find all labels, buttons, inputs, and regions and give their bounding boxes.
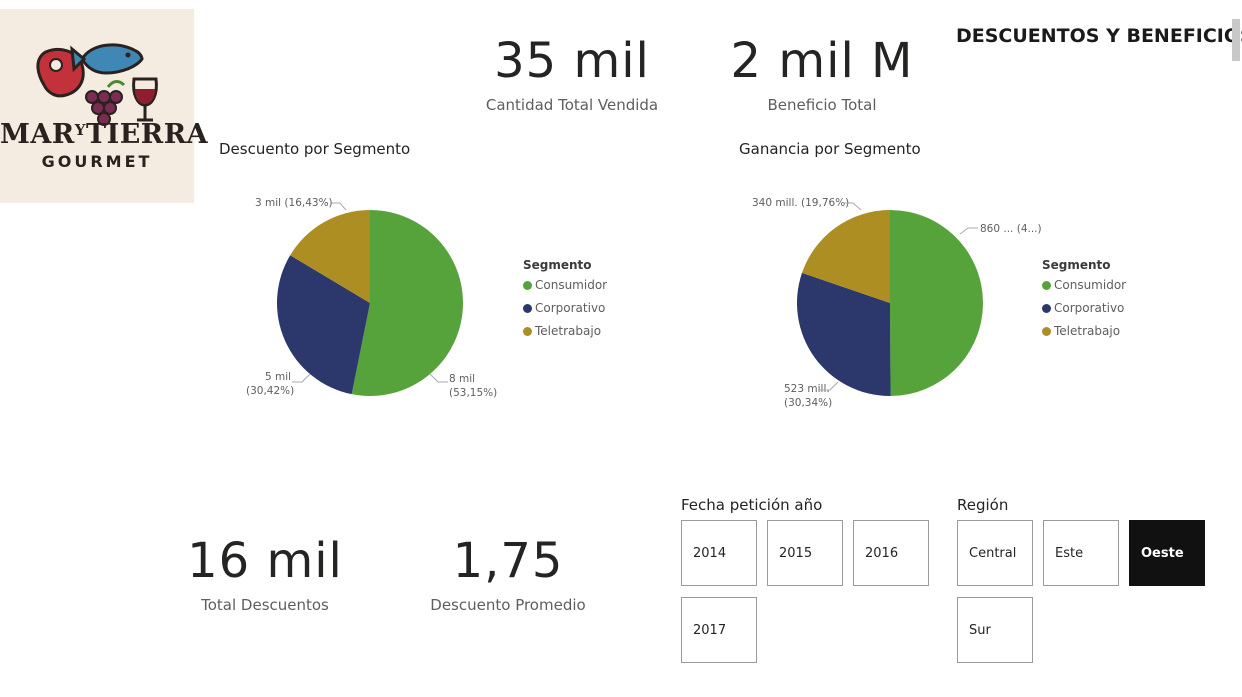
- kpi-beneficio-label: Beneficio Total: [767, 96, 877, 114]
- slicer-region-sur[interactable]: Sur: [957, 597, 1033, 663]
- kpi-cantidad-label: Cantidad Total Vendida: [485, 96, 659, 114]
- legend-item-consumidor[interactable]: Consumidor: [523, 278, 607, 292]
- page-title: DESCUENTOS Y BENEFICIOS: [956, 25, 1242, 47]
- wine-glass-icon: [132, 77, 158, 122]
- logo-wordmark: MARYTIERRA: [0, 119, 209, 150]
- legend-title: Segmento: [523, 258, 592, 272]
- slicer-year-2014[interactable]: 2014: [681, 520, 757, 586]
- kpi-descuentos-value: 16 mil: [187, 533, 343, 589]
- kpi-cantidad-value: 35 mil: [494, 33, 650, 89]
- kpi-promedio-value: 1,75: [452, 533, 564, 589]
- brand-logo: [0, 9, 194, 203]
- kpi-descuentos-label: Total Descuentos: [201, 596, 329, 614]
- legend-title: Segmento: [1042, 258, 1111, 272]
- slicer-year-title: Fecha petición año: [681, 496, 823, 514]
- pie-label-consumidor: 860 ... (4...): [980, 223, 1042, 235]
- leader-line: [820, 381, 839, 391]
- pie-label-corporativo: 5 mil (30,42%): [246, 371, 295, 397]
- slicer-region-title: Región: [957, 496, 1009, 514]
- kpi-promedio-label: Descuento Promedio: [430, 596, 586, 614]
- pie-label-teletrabajo: 340 mill. (19,76%): [752, 197, 850, 209]
- leader-line: [429, 373, 448, 383]
- chart-ganancia-title: Ganancia por Segmento: [739, 140, 921, 158]
- legend-item-teletrabajo[interactable]: Teletrabajo: [1042, 324, 1126, 338]
- legend-dot: [523, 326, 532, 336]
- legend-dot: [1042, 280, 1051, 290]
- legend-item-corporativo[interactable]: Corporativo: [523, 301, 607, 315]
- slicer-year-2015[interactable]: 2015: [767, 520, 843, 586]
- legend-dot: [523, 280, 532, 290]
- leader-line: [959, 227, 978, 235]
- slicer-region-central[interactable]: Central: [957, 520, 1033, 586]
- legend-item-corporativo[interactable]: Corporativo: [1042, 301, 1126, 315]
- kpi-beneficio-value: 2 mil M: [730, 33, 914, 89]
- legend-dot: [523, 303, 532, 313]
- legend-descuento: Segmento Consumidor Corporativo Teletrab…: [523, 258, 607, 338]
- legend-ganancia: Segmento Consumidor Corporativo Teletrab…: [1042, 258, 1126, 338]
- slicer-region-oeste[interactable]: Oeste: [1129, 520, 1205, 586]
- slicer-year-2016[interactable]: 2016: [853, 520, 929, 586]
- leader-line: [292, 373, 311, 383]
- leader-line: [332, 202, 347, 211]
- logo-illustration: [36, 43, 158, 126]
- chart-descuento-title: Descuento por Segmento: [219, 140, 411, 158]
- pie-label-teletrabajo: 3 mil (16,43%): [255, 197, 333, 209]
- slicer-year-2017[interactable]: 2017: [681, 597, 757, 663]
- legend-item-teletrabajo[interactable]: Teletrabajo: [523, 324, 607, 338]
- scrollbar[interactable]: [1232, 19, 1240, 61]
- slicer-region-este[interactable]: Este: [1043, 520, 1119, 586]
- legend-item-consumidor[interactable]: Consumidor: [1042, 278, 1126, 292]
- pie-label-consumidor: 8 mil (53,15%): [449, 373, 498, 399]
- legend-dot: [1042, 303, 1051, 313]
- leader-line: [845, 202, 862, 211]
- logo-subtitle: GOURMET: [41, 152, 153, 171]
- legend-dot: [1042, 326, 1051, 336]
